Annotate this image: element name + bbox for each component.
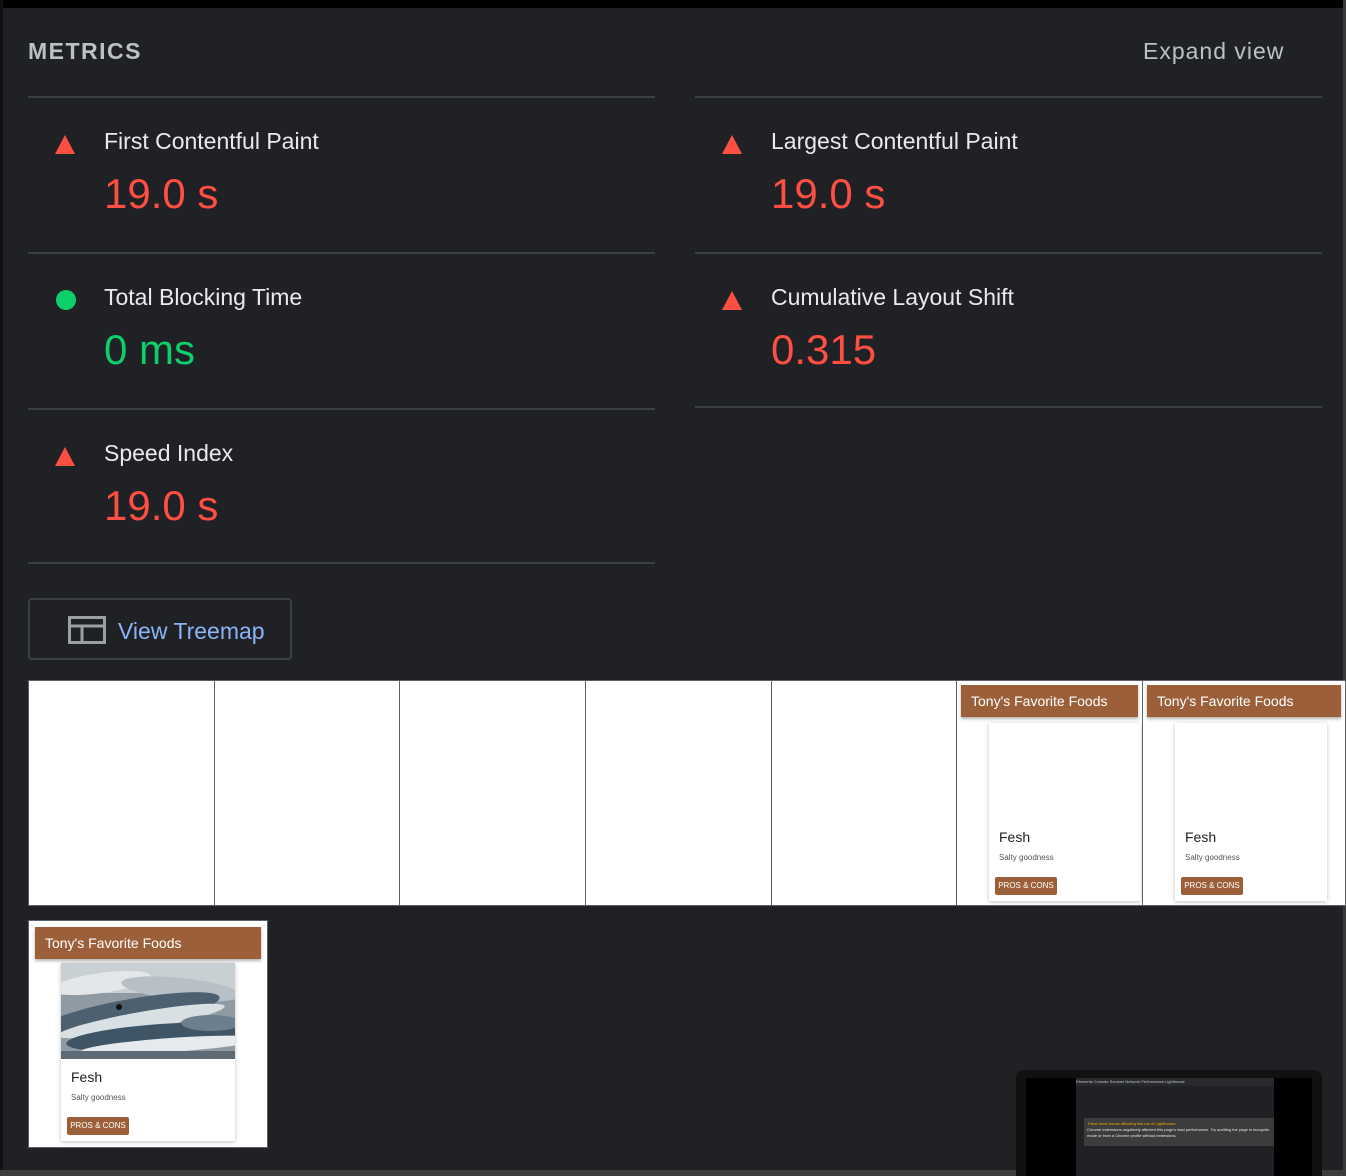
view-treemap-label: View Treemap (118, 618, 265, 644)
metric-cumulative-layout-shift: Cumulative Layout Shift 0.315 (695, 268, 1323, 418)
window-top-edge (0, 0, 1346, 8)
final-screenshot-frame: Tony's Favorite Foods Fesh Salty goodnes… (28, 920, 268, 1148)
divider (695, 96, 1322, 98)
card-title: Fesh (999, 829, 1031, 845)
metric-first-contentful-paint: First Contentful Paint 19.0 s (28, 112, 656, 262)
metric-label: Largest Contentful Paint (771, 128, 1018, 154)
app-header: Tony's Favorite Foods (1147, 685, 1341, 717)
metric-value: 0.315 (771, 326, 877, 373)
triangle-warning-icon (55, 134, 77, 156)
fish-image (61, 963, 235, 1059)
food-card: Fesh Salty goodness PROS & CONS (989, 723, 1141, 901)
triangle-warning-icon (55, 446, 77, 468)
metric-total-blocking-time: Total Blocking Time 0 ms (28, 268, 656, 418)
treemap-icon (68, 616, 106, 644)
thumbnail-viewport: Elements Console Sources Network Perform… (1026, 1078, 1312, 1176)
thumbnail-tabs: Elements Console Sources Network Perform… (1076, 1078, 1274, 1086)
filmstrip-frame (771, 680, 958, 906)
divider (28, 96, 655, 98)
card-subtitle: Salty goodness (999, 853, 1054, 862)
thumbnail-warning: There were issues affecting this run of … (1084, 1118, 1274, 1146)
pros-cons-button: PROS & CONS (67, 1117, 129, 1135)
filmstrip-frame: Tony's Favorite Foods Fesh Salty goodnes… (1142, 680, 1346, 906)
metric-label: First Contentful Paint (104, 128, 319, 154)
metrics-heading: METRICS (28, 38, 142, 64)
view-treemap-button[interactable]: View Treemap (28, 598, 292, 660)
pros-cons-button: PROS & CONS (1181, 877, 1243, 895)
metric-largest-contentful-paint: Largest Contentful Paint 19.0 s (695, 112, 1323, 262)
card-title: Fesh (71, 1069, 103, 1085)
metric-speed-index: Speed Index 19.0 s (28, 424, 656, 574)
triangle-warning-icon (722, 134, 744, 156)
filmstrip-frame (585, 680, 772, 906)
metric-value: 0 ms (104, 326, 196, 373)
pros-cons-button: PROS & CONS (995, 877, 1057, 895)
window-left-edge (0, 0, 3, 1176)
food-card: Fesh Salty goodness PROS & CONS (1175, 723, 1327, 901)
filmstrip-frame: Tony's Favorite Foods Fesh Salty goodnes… (956, 680, 1143, 906)
full-page-screenshot-thumbnail[interactable]: Elements Console Sources Network Perform… (1016, 1070, 1322, 1176)
filmstrip-frame (214, 680, 401, 906)
app-header: Tony's Favorite Foods (35, 927, 261, 959)
metric-value: 19.0 s (104, 170, 219, 217)
metric-label: Total Blocking Time (104, 284, 303, 310)
filmstrip-frame (399, 680, 586, 906)
filmstrip-frame (28, 680, 215, 906)
metric-value: 19.0 s (104, 482, 219, 529)
card-subtitle: Salty goodness (1185, 853, 1240, 862)
food-card: Fesh Salty goodness PROS & CONS (61, 963, 235, 1141)
metric-label: Speed Index (104, 440, 234, 466)
card-subtitle: Salty goodness (71, 1093, 126, 1102)
card-title: Fesh (1185, 829, 1217, 845)
app-header: Tony's Favorite Foods (961, 685, 1138, 717)
metric-value: 19.0 s (771, 170, 886, 217)
thumbnail-warning-body: Chrome extensions negatively affected th… (1087, 1127, 1270, 1138)
metric-label: Cumulative Layout Shift (771, 284, 1014, 310)
triangle-warning-icon (722, 290, 744, 312)
expand-view-button[interactable]: Expand view (1143, 38, 1284, 65)
thumbnail-devtools: Elements Console Sources Network Perform… (1076, 1078, 1274, 1176)
circle-pass-icon (55, 290, 77, 312)
